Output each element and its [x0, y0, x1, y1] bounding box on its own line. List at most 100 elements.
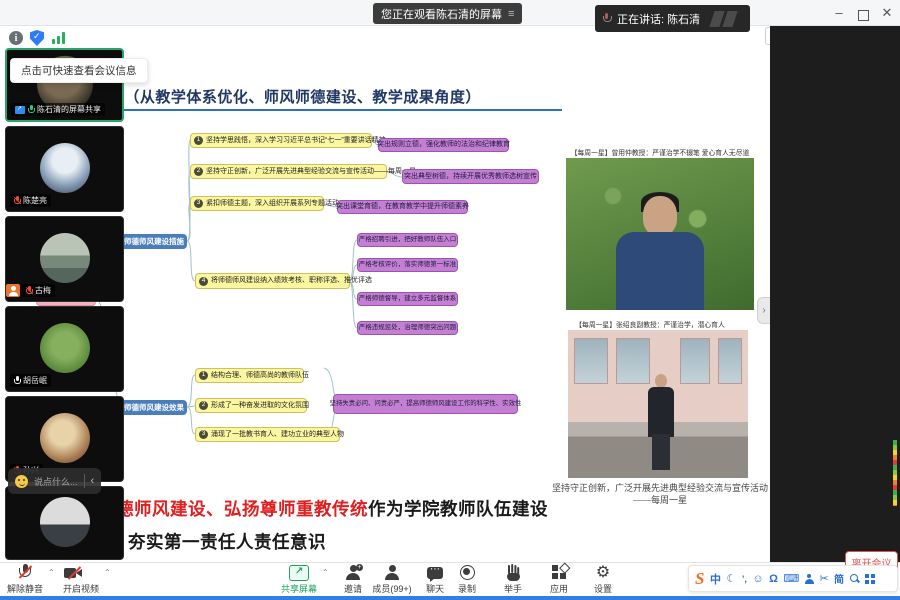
- avatar: [40, 143, 90, 193]
- raise-hand-button[interactable]: 举手: [490, 564, 536, 595]
- invite-label: 邀请: [344, 582, 362, 595]
- participant-label: 陈石清的屏幕共享: [11, 103, 105, 116]
- measure-4-result-4: 严格违规惩处，治理师德突出问题: [357, 321, 458, 335]
- mindmap-branch-measures: 师德师风建设措施: [121, 234, 187, 249]
- banner-menu-icon[interactable]: ≡: [508, 8, 514, 20]
- quick-chat-bubble[interactable]: 说点什么... ‹: [8, 468, 101, 494]
- record-label: 录制: [458, 582, 476, 595]
- apps-icon: [552, 565, 567, 580]
- measure-4-result-1: 严格招聘引进，把好教师队伍入口: [357, 233, 458, 247]
- members-icon: [385, 565, 399, 580]
- unmute-button[interactable]: 解除静音: [2, 564, 48, 595]
- watching-banner-text: 您正在观看陈石清的屏幕: [381, 6, 502, 22]
- effect-item-2-label: 形成了一种奋发进取的文化氛围: [211, 402, 309, 409]
- start-video-button[interactable]: 开启视频: [58, 564, 104, 595]
- chat-input-placeholder[interactable]: 说点什么...: [34, 475, 78, 488]
- ime-emoji-icon[interactable]: ☺: [752, 573, 763, 585]
- effect-item-1-label: 结构合理、师德高尚的教师队伍: [211, 372, 309, 379]
- effect-item-3-label: 涌现了一批教书育人、建功立业的典型人物: [211, 431, 344, 438]
- measure-result-1: 突出规则立德，强化教师的法治和纪律教育: [378, 138, 509, 152]
- mic-on-icon: [14, 376, 20, 385]
- mic-muted-icon: [19, 564, 31, 581]
- video-tile[interactable]: 古梅: [5, 216, 124, 302]
- close-button[interactable]: [876, 5, 898, 21]
- ime-simplified-icon[interactable]: 简: [834, 571, 844, 586]
- record-button[interactable]: 录制: [444, 564, 490, 595]
- item-number-badge: 1: [199, 371, 208, 380]
- sidebar-collapse-handle[interactable]: ›: [757, 297, 770, 324]
- photo2-caption: 【每周一星】张绍良副教授：严谨治学，潜心育人: [550, 319, 750, 329]
- video-tile[interactable]: 胡岳岷: [5, 306, 124, 392]
- measure-result-3: 突出课堂育德，在教育教学中提升师德素养: [337, 200, 468, 214]
- raise-hand-label: 举手: [504, 582, 522, 595]
- ime-moon-icon[interactable]: ☾: [726, 572, 736, 585]
- chat-label: 聊天: [426, 582, 444, 595]
- meeting-info-tooltip[interactable]: 点击可快速查看会议信息: [10, 58, 148, 83]
- avatar: [40, 323, 90, 373]
- person-figure: [646, 374, 676, 470]
- meeting-logo-icon: [712, 11, 742, 27]
- effect-item-1: 1 结构合理、师德高尚的教师队伍: [195, 368, 304, 383]
- meeting-info-icon[interactable]: i: [9, 31, 23, 45]
- measure-item-3-label: 紧扣师德主题，深入组织开展系列专题活动: [206, 200, 339, 207]
- network-signal-icon: [52, 32, 68, 44]
- measure-item-4: 4 将师德师风建设纳入绩效考核、职称评选、推优评选: [195, 273, 350, 289]
- divider: [84, 474, 85, 488]
- item-number-badge: 1: [194, 136, 203, 145]
- video-tile[interactable]: [5, 486, 124, 560]
- mic-muted-icon: [26, 286, 32, 295]
- mic-options-chevron[interactable]: ⌃: [48, 568, 55, 577]
- ime-punct-icon[interactable]: ’,: [742, 574, 747, 584]
- emoji-icon[interactable]: [15, 475, 28, 488]
- effect-item-3: 3 涌现了一批教书育人、建功立业的典型人物: [195, 427, 340, 442]
- minimize-button[interactable]: [828, 5, 850, 20]
- participant-name: 胡岳岷: [23, 375, 47, 386]
- measure-result-2: 突出典型树德，持续开展优秀教师选树宣传: [402, 169, 539, 184]
- settings-label: 设置: [594, 582, 612, 595]
- ime-toolbar[interactable]: S 中 ☾ ’, ☺ Ω ⌨ ✂ 简: [688, 565, 898, 592]
- invite-icon: +: [346, 565, 360, 580]
- item-number-badge: 3: [199, 430, 208, 439]
- participant-label: 古梅: [22, 284, 55, 297]
- share-options-chevron[interactable]: ⌃: [322, 568, 329, 577]
- record-icon: [460, 565, 475, 580]
- apps-button[interactable]: 应用: [536, 564, 582, 595]
- ime-lang-icon[interactable]: 中: [710, 571, 721, 587]
- settings-button[interactable]: ⚙ 设置: [580, 564, 626, 595]
- participant-label: 胡岳岷: [10, 374, 51, 387]
- effects-summary: 坚持失责必问、问责必严，提高师德师风建设工作的科学性、实效性: [333, 394, 518, 414]
- ime-search-icon[interactable]: [850, 574, 860, 584]
- ime-scissors-icon[interactable]: ✂: [819, 572, 828, 585]
- ime-keyboard-icon[interactable]: ⌨: [783, 572, 799, 585]
- measure-item-3: 3 紧扣师德主题，深入组织开展系列专题活动: [190, 196, 324, 211]
- sogou-logo-icon[interactable]: S: [695, 569, 704, 589]
- video-tile[interactable]: 陈楚亮: [5, 126, 124, 212]
- maximize-button[interactable]: [852, 9, 874, 24]
- start-video-label: 开启视频: [63, 582, 99, 595]
- measure-4-result-2: 严格考核评价，落实师德第一标准: [357, 258, 458, 272]
- share-screen-button[interactable]: 共享屏幕: [276, 564, 322, 595]
- apps-label: 应用: [550, 582, 568, 595]
- mindmap-branch-effects: 师德师风建设效果: [121, 400, 187, 415]
- item-number-badge: 2: [199, 401, 208, 410]
- item-number-badge: 3: [194, 199, 203, 208]
- sidebar-scrollbar[interactable]: [893, 440, 897, 506]
- collapse-left-icon[interactable]: ‹: [91, 475, 95, 487]
- video-options-chevron[interactable]: ⌃: [104, 568, 111, 577]
- item-number-badge: 4: [199, 277, 208, 286]
- participant-name: 古梅: [35, 285, 51, 296]
- ime-symbol-icon[interactable]: Ω: [769, 573, 778, 585]
- meeting-window: 您正在观看陈石清的屏幕 ≡ 正在讲话: 陈石清 i 07:17 演讲者视图 ▾ …: [0, 0, 900, 600]
- participant-name: 陈石清的屏幕共享: [37, 104, 101, 115]
- speaker-mic-icon: [603, 13, 610, 24]
- share-screen-icon: [289, 565, 309, 581]
- avatar: [40, 413, 90, 463]
- measure-item-2: 2 坚持守正创新，广泛开展先进典型经验交流与宣传活动——每周一星: [190, 164, 387, 179]
- measure-item-4-label: 将师德师风建设纳入绩效考核、职称评选、推优评选: [211, 277, 372, 284]
- measure-item-1: 1 坚持学思践悟，深入学习习近平总书记“七一”重要讲话精神: [190, 133, 372, 148]
- ime-grid-icon[interactable]: [865, 574, 875, 584]
- ime-account-icon[interactable]: [805, 574, 814, 584]
- screenshare-icon: [15, 106, 25, 114]
- participants-sidebar: [770, 26, 900, 562]
- security-shield-icon[interactable]: [30, 30, 44, 46]
